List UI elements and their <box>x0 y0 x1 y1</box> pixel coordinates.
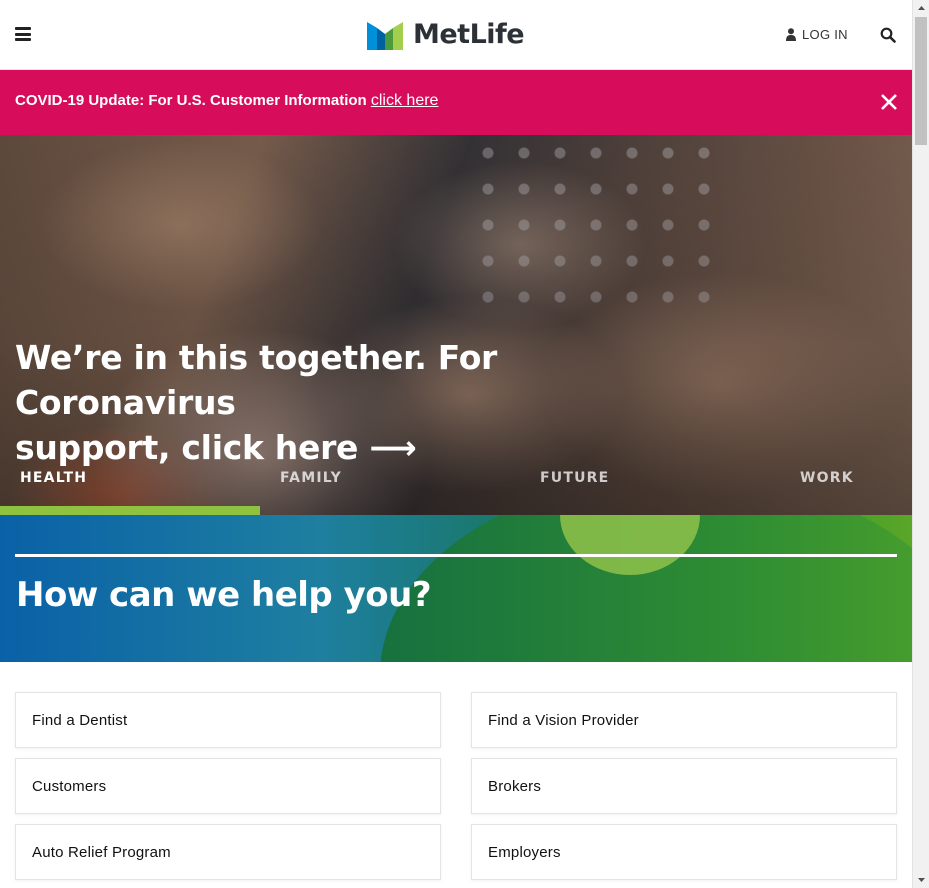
alert-text: COVID-19 Update: For U.S. Customer Infor… <box>15 92 367 109</box>
search-icon[interactable] <box>880 27 896 43</box>
metlife-logo-mark <box>367 22 403 50</box>
metlife-logo[interactable]: MetLife <box>367 17 525 51</box>
brand-name: MetLife <box>413 18 525 50</box>
site-header: MetLife LOG IN <box>0 0 912 70</box>
link-auto-relief-program[interactable]: Auto Relief Program <box>15 824 441 880</box>
tab-future[interactable]: FUTURE <box>520 464 780 515</box>
alert-message: COVID-19 Update: For U.S. Customer Infor… <box>15 92 438 110</box>
scroll-down-arrow-icon[interactable] <box>913 871 929 888</box>
tab-work[interactable]: WORK <box>780 464 912 515</box>
hero-tabs: HEALTH FAMILY FUTURE WORK <box>0 464 912 515</box>
tab-family[interactable]: FAMILY <box>260 464 520 515</box>
link-customers[interactable]: Customers <box>15 758 441 814</box>
hero-headline[interactable]: We’re in this together. For Coronavirus … <box>15 335 715 470</box>
hero-background-image <box>470 135 730 315</box>
help-heading: How can we help you? <box>16 575 432 615</box>
login-button[interactable]: LOG IN <box>786 27 848 42</box>
page: MetLife LOG IN COVID-19 Update: For U.S.… <box>0 0 912 888</box>
link-find-a-dentist[interactable]: Find a Dentist <box>15 692 441 748</box>
link-find-a-vision-provider[interactable]: Find a Vision Provider <box>471 692 897 748</box>
scroll-up-arrow-icon[interactable] <box>913 0 929 17</box>
vertical-scrollbar[interactable] <box>912 0 929 888</box>
alert-link[interactable]: click here <box>371 92 439 109</box>
hero-headline-line1: We’re in this together. For Coronavirus <box>15 338 498 422</box>
hamburger-menu-icon[interactable] <box>15 27 31 41</box>
hero-banner: We’re in this together. For Coronavirus … <box>0 135 912 515</box>
scrollbar-thumb[interactable] <box>915 17 927 145</box>
link-brokers[interactable]: Brokers <box>471 758 897 814</box>
covid-alert-bar: COVID-19 Update: For U.S. Customer Infor… <box>0 70 912 135</box>
close-icon[interactable] <box>880 93 898 111</box>
user-icon <box>786 28 796 41</box>
tab-health[interactable]: HEALTH <box>0 464 260 515</box>
divider <box>15 554 897 557</box>
link-employers[interactable]: Employers <box>471 824 897 880</box>
login-label: LOG IN <box>802 27 848 42</box>
help-banner: How can we help you? <box>0 515 912 662</box>
